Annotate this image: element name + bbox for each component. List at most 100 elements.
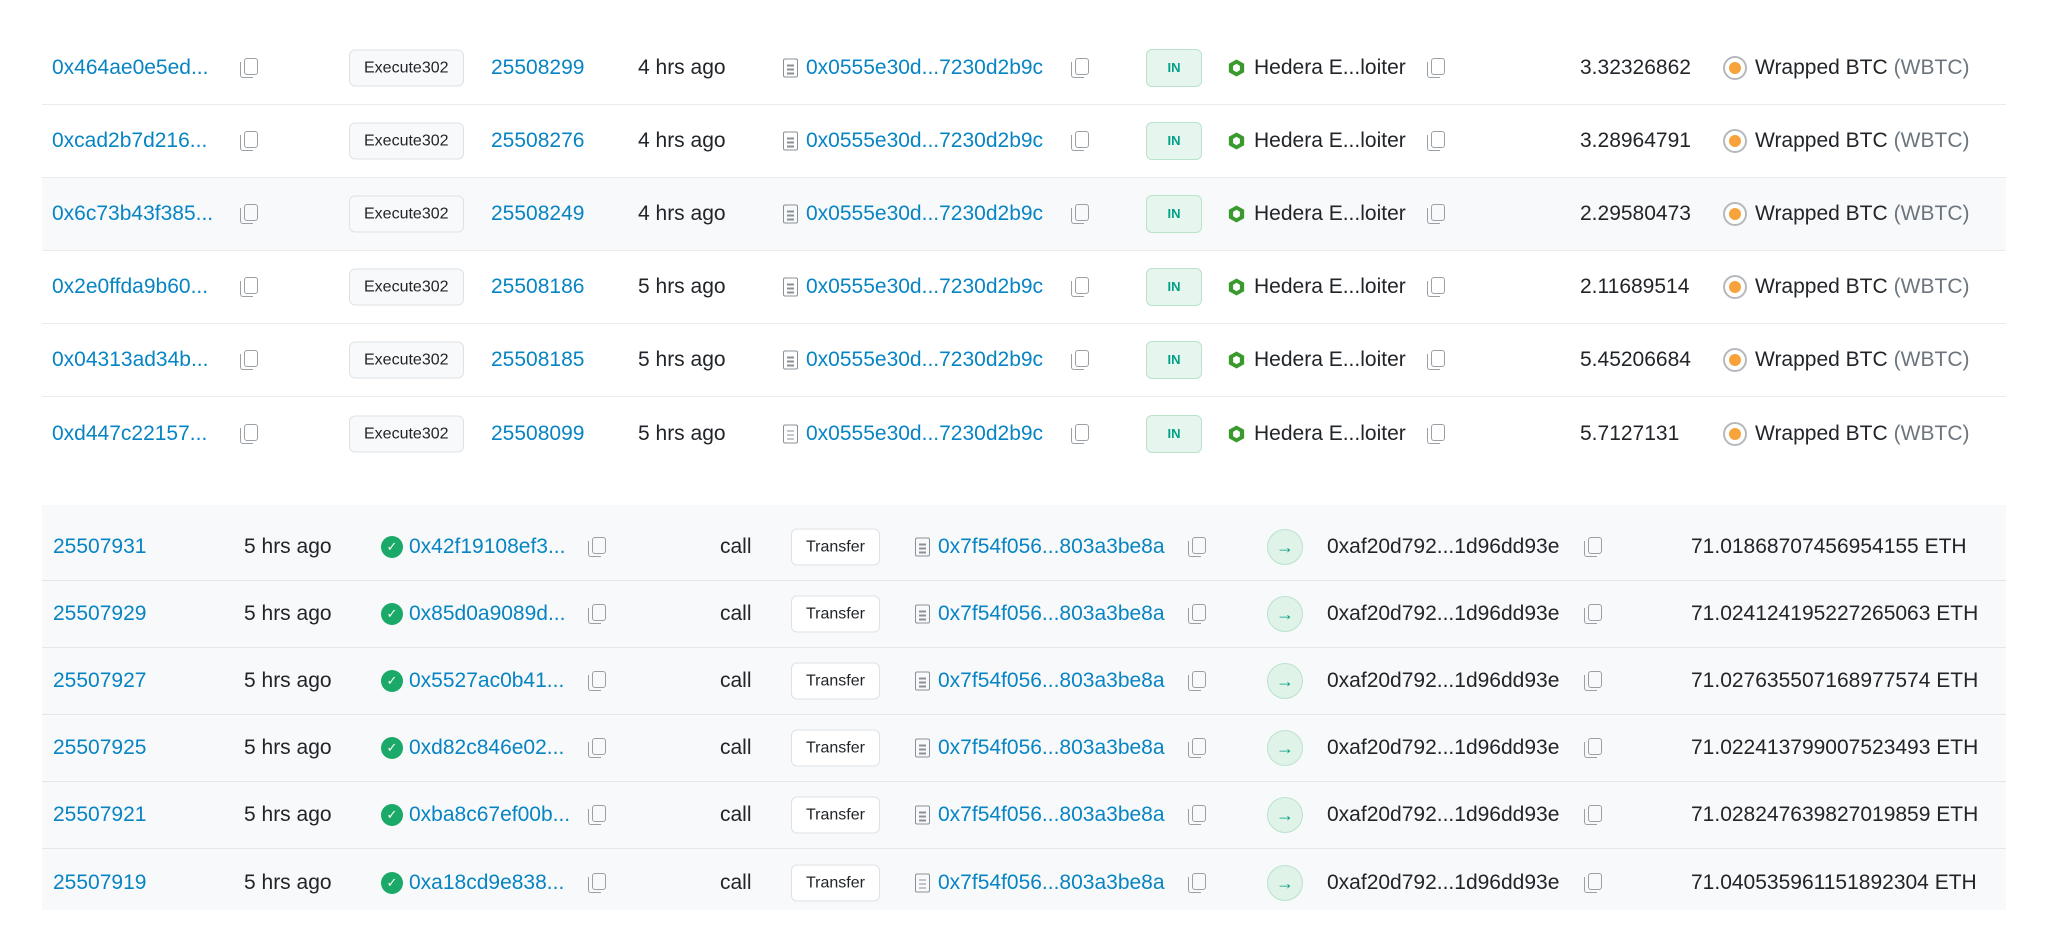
to-address-text[interactable]: 0xaf20d792...1d96dd93e: [1327, 870, 1559, 896]
copy-icon[interactable]: [239, 423, 259, 445]
copy-icon[interactable]: [1426, 130, 1446, 152]
to-address-text[interactable]: 0xaf20d792...1d96dd93e: [1327, 601, 1559, 627]
from-address-link[interactable]: 0x0555e30d...7230d2b9c: [806, 55, 1043, 81]
block-link[interactable]: 25508099: [491, 421, 584, 447]
age-text: 5 hrs ago: [638, 348, 726, 371]
from-address-link[interactable]: 0x0555e30d...7230d2b9c: [806, 128, 1043, 154]
copy-icon[interactable]: [1583, 670, 1603, 692]
btc-token-icon: [1723, 129, 1755, 153]
copy-icon[interactable]: [1426, 349, 1446, 371]
from-address-link[interactable]: 0x7f54f056...803a3be8a: [938, 668, 1165, 694]
copy-icon[interactable]: [1070, 349, 1090, 371]
copy-icon[interactable]: [1583, 872, 1603, 894]
table-row: 25507921 5 hrs ago ✓ 0xba8c67ef00b... ca…: [42, 782, 2006, 849]
token-link[interactable]: Wrapped BTC (WBTC): [1755, 128, 1969, 154]
copy-icon[interactable]: [587, 670, 607, 692]
copy-icon[interactable]: [1583, 804, 1603, 826]
copy-icon[interactable]: [1070, 423, 1090, 445]
from-address-link[interactable]: 0x0555e30d...7230d2b9c: [806, 421, 1043, 447]
token-link[interactable]: Wrapped BTC (WBTC): [1755, 201, 1969, 227]
from-address-link[interactable]: 0x7f54f056...803a3be8a: [938, 735, 1165, 761]
copy-icon[interactable]: [239, 130, 259, 152]
to-name-link[interactable]: Hedera E...loiter: [1254, 128, 1406, 154]
copy-icon[interactable]: [1070, 57, 1090, 79]
copy-icon[interactable]: [1187, 872, 1207, 894]
block-link[interactable]: 25508186: [491, 274, 584, 300]
copy-icon[interactable]: [587, 737, 607, 759]
copy-icon[interactable]: [1426, 203, 1446, 225]
token-link[interactable]: Wrapped BTC (WBTC): [1755, 274, 1969, 300]
internal-transactions-table: 25507931 5 hrs ago ✓ 0x42f19108ef3... ca…: [42, 505, 2006, 910]
to-name-link[interactable]: Hedera E...loiter: [1254, 55, 1406, 81]
copy-icon[interactable]: [1187, 536, 1207, 558]
amount-text: 3.28964791: [1580, 129, 1691, 152]
to-name-link[interactable]: Hedera E...loiter: [1254, 421, 1406, 447]
to-name-link[interactable]: Hedera E...loiter: [1254, 274, 1406, 300]
copy-icon[interactable]: [587, 603, 607, 625]
copy-icon[interactable]: [1187, 737, 1207, 759]
txn-hash-link[interactable]: 0x04313ad34b...: [52, 347, 208, 373]
copy-icon[interactable]: [1583, 603, 1603, 625]
copy-icon[interactable]: [1583, 737, 1603, 759]
block-link[interactable]: 25507931: [53, 534, 146, 560]
block-link[interactable]: 25507929: [53, 601, 146, 627]
txn-hash-link[interactable]: 0x464ae0e5ed...: [52, 55, 208, 81]
copy-icon[interactable]: [1426, 423, 1446, 445]
copy-icon[interactable]: [587, 872, 607, 894]
block-link[interactable]: 25507925: [53, 735, 146, 761]
copy-icon[interactable]: [1070, 130, 1090, 152]
block-link[interactable]: 25508249: [491, 201, 584, 227]
copy-icon[interactable]: [239, 57, 259, 79]
parent-txn-link[interactable]: 0x85d0a9089d...: [409, 601, 565, 627]
copy-icon[interactable]: [1583, 536, 1603, 558]
from-address-link[interactable]: 0x0555e30d...7230d2b9c: [806, 201, 1043, 227]
block-link[interactable]: 25507919: [53, 870, 146, 896]
copy-icon[interactable]: [1426, 276, 1446, 298]
to-name-link[interactable]: Hedera E...loiter: [1254, 347, 1406, 373]
age-text: 4 hrs ago: [638, 129, 726, 152]
parent-txn-link[interactable]: 0xd82c846e02...: [409, 735, 564, 761]
block-link[interactable]: 25507921: [53, 802, 146, 828]
from-address-link[interactable]: 0x0555e30d...7230d2b9c: [806, 274, 1043, 300]
copy-icon[interactable]: [1187, 603, 1207, 625]
txn-hash-link[interactable]: 0xcad2b7d216...: [52, 128, 207, 154]
to-address-text[interactable]: 0xaf20d792...1d96dd93e: [1327, 802, 1559, 828]
parent-txn-link[interactable]: 0xba8c67ef00b...: [409, 802, 570, 828]
parent-txn-link[interactable]: 0x42f19108ef3...: [409, 534, 565, 560]
copy-icon[interactable]: [587, 804, 607, 826]
from-address-link[interactable]: 0x7f54f056...803a3be8a: [938, 601, 1165, 627]
from-address-link[interactable]: 0x0555e30d...7230d2b9c: [806, 347, 1043, 373]
to-name-link[interactable]: Hedera E...loiter: [1254, 201, 1406, 227]
copy-icon[interactable]: [239, 349, 259, 371]
block-link[interactable]: 25508185: [491, 347, 584, 373]
block-link[interactable]: 25508276: [491, 128, 584, 154]
copy-icon[interactable]: [1426, 57, 1446, 79]
block-link[interactable]: 25508299: [491, 55, 584, 81]
copy-icon[interactable]: [1070, 276, 1090, 298]
to-address-text[interactable]: 0xaf20d792...1d96dd93e: [1327, 534, 1559, 560]
token-link[interactable]: Wrapped BTC (WBTC): [1755, 55, 1969, 81]
token-link[interactable]: Wrapped BTC (WBTC): [1755, 347, 1969, 373]
parent-txn-link[interactable]: 0xa18cd9e838...: [409, 870, 564, 896]
amount-text: 5.7127131: [1580, 421, 1680, 445]
txn-hash-link[interactable]: 0xd447c22157...: [52, 421, 207, 447]
parent-txn-link[interactable]: 0x5527ac0b41...: [409, 668, 564, 694]
copy-icon[interactable]: [1187, 670, 1207, 692]
btc-token-icon: [1723, 202, 1755, 226]
value-text: 71.028247639827019859 ETH: [1691, 803, 1979, 826]
copy-icon[interactable]: [1187, 804, 1207, 826]
block-link[interactable]: 25507927: [53, 668, 146, 694]
copy-icon[interactable]: [239, 203, 259, 225]
from-address-link[interactable]: 0x7f54f056...803a3be8a: [938, 802, 1165, 828]
txn-hash-link[interactable]: 0x2e0ffda9b60...: [52, 274, 208, 300]
copy-icon[interactable]: [1070, 203, 1090, 225]
to-address-text[interactable]: 0xaf20d792...1d96dd93e: [1327, 735, 1559, 761]
txn-hash-link[interactable]: 0x6c73b43f385...: [52, 201, 213, 227]
to-address-text[interactable]: 0xaf20d792...1d96dd93e: [1327, 668, 1559, 694]
from-address-link[interactable]: 0x7f54f056...803a3be8a: [938, 534, 1165, 560]
copy-icon[interactable]: [587, 536, 607, 558]
token-link[interactable]: Wrapped BTC (WBTC): [1755, 421, 1969, 447]
hedera-icon: [1228, 205, 1252, 224]
copy-icon[interactable]: [239, 276, 259, 298]
from-address-link[interactable]: 0x7f54f056...803a3be8a: [938, 870, 1165, 896]
